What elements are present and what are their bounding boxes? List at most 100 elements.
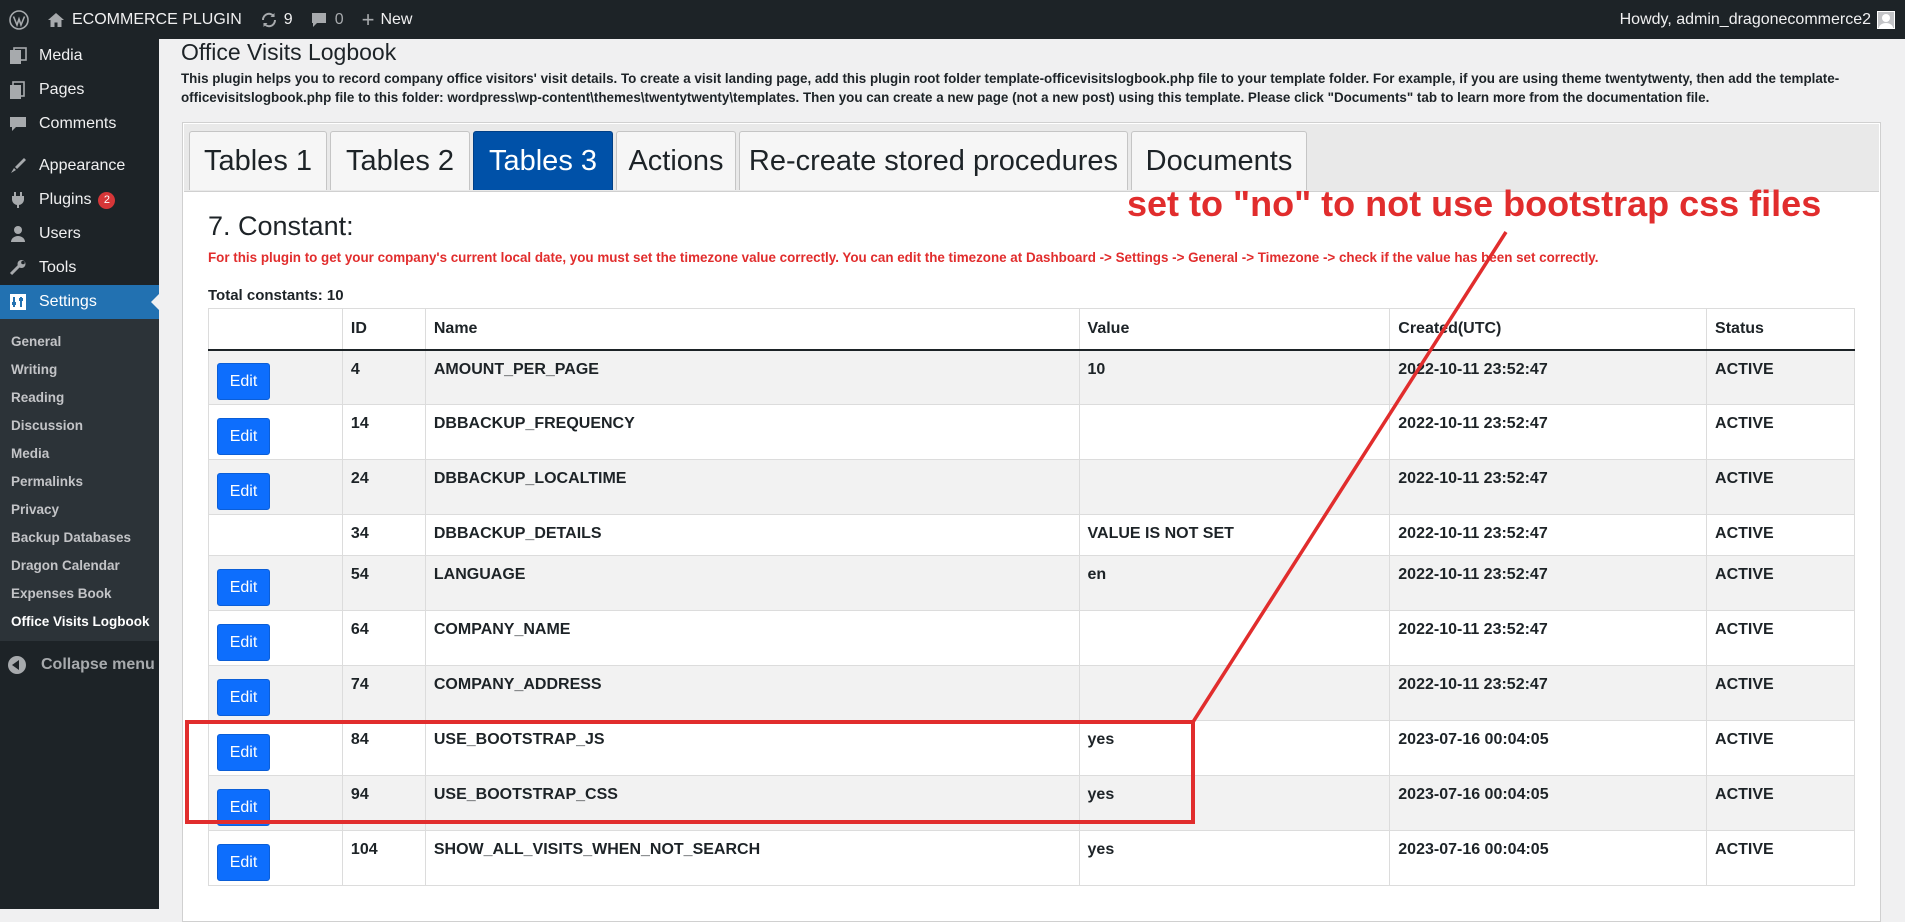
admin-sidebar: Media Pages Comments Appearance Plugins … (0, 39, 159, 909)
menu-label-appearance: Appearance (39, 157, 126, 174)
cell-created: 2022-10-11 23:52:47 (1389, 459, 1707, 515)
table-row: Edit 94 USE_BOOTSTRAP_CSS yes 2023-07-16… (208, 775, 1855, 831)
new-content-link[interactable]: + New (353, 0, 422, 39)
tab-actions[interactable]: Actions (616, 131, 736, 190)
tab-tables-1[interactable]: Tables 1 (189, 131, 327, 190)
table-row: Edit 4 AMOUNT_PER_PAGE 10 2022-10-11 23:… (208, 349, 1855, 405)
cell-name: DBBACKUP_DETAILS (424, 514, 1080, 556)
menu-label-tools: Tools (39, 259, 77, 276)
edit-button[interactable]: Edit (217, 362, 270, 400)
menu-label-comments: Comments (39, 115, 117, 132)
submenu-media[interactable]: Media (0, 439, 159, 467)
plugin-intro-text: This plugin helps you to record company … (181, 71, 1840, 105)
constants-table: ID Name Value Created(UTC) Status Edit 4… (208, 308, 1855, 886)
cell-name: COMPANY_ADDRESS (424, 665, 1080, 721)
collapse-menu-button[interactable]: Collapse menu (0, 645, 159, 685)
table-row: Edit 24 DBBACKUP_LOCALTIME 2022-10-11 23… (208, 459, 1855, 515)
cell-value: VALUE IS NOT SET (1078, 514, 1390, 556)
cell-name: AMOUNT_PER_PAGE (424, 349, 1080, 405)
menu-item-media[interactable]: Media (0, 39, 159, 73)
column-header-created: Created(UTC) (1389, 308, 1707, 351)
site-name: ECOMMERCE PLUGIN (72, 10, 242, 28)
menu-item-settings[interactable]: Settings (0, 285, 159, 319)
menu-item-users[interactable]: Users (0, 217, 159, 251)
tab-tables-3[interactable]: Tables 3 (473, 131, 613, 190)
edit-button[interactable]: Edit (217, 417, 270, 455)
media-icon (8, 46, 28, 66)
submenu-discussion[interactable]: Discussion (0, 411, 159, 439)
collapse-menu-label: Collapse menu (41, 656, 155, 673)
site-name-link[interactable]: ECOMMERCE PLUGIN (38, 0, 251, 39)
cell-status: ACTIVE (1706, 665, 1855, 721)
account-menu[interactable]: Howdy, admin_dragonecommerce2 (1611, 0, 1905, 39)
cell-status: ACTIVE (1706, 349, 1855, 405)
tools-icon (8, 258, 28, 278)
column-header-value: Value (1078, 308, 1390, 351)
submenu-reading[interactable]: Reading (0, 383, 159, 411)
submenu-permalinks[interactable]: Permalinks (0, 467, 159, 495)
column-header-id: ID (341, 308, 426, 351)
plus-icon: + (361, 6, 375, 32)
submenu-privacy[interactable]: Privacy (0, 495, 159, 523)
settings-icon (8, 292, 28, 312)
cell-value (1078, 610, 1390, 666)
cell-id: 104 (341, 830, 426, 886)
edit-button[interactable]: Edit (217, 733, 270, 771)
cell-created: 2023-07-16 00:04:05 (1389, 775, 1707, 831)
submenu-general[interactable]: General (0, 327, 159, 355)
submenu-expenses-book[interactable]: Expenses Book (0, 579, 159, 607)
cell-id: 34 (341, 514, 426, 556)
submenu-writing[interactable]: Writing (0, 355, 159, 383)
timezone-warning: For this plugin to get your company's cu… (208, 250, 1599, 265)
menu-item-comments[interactable]: Comments (0, 107, 159, 141)
column-header-status: Status (1706, 308, 1855, 351)
howdy-text: Howdy, admin_dragonecommerce2 (1619, 10, 1871, 28)
updates-count: 9 (283, 10, 293, 28)
menu-label-users: Users (39, 225, 81, 242)
users-icon (8, 224, 28, 244)
cell-status: ACTIVE (1706, 775, 1855, 831)
cell-status: ACTIVE (1706, 830, 1855, 886)
cell-value: 10 (1078, 349, 1390, 405)
tabs-panel: Tables 1 Tables 2 Tables 3 Actions Re-cr… (182, 122, 1881, 922)
cell-id: 4 (341, 349, 426, 405)
settings-submenu: General Writing Reading Discussion Media… (0, 319, 159, 641)
table-row: Edit 14 DBBACKUP_FREQUENCY 2022-10-11 23… (208, 404, 1855, 460)
tab-documents[interactable]: Documents (1131, 131, 1307, 190)
menu-label-media: Media (39, 47, 83, 64)
submenu-backup-databases[interactable]: Backup Databases (0, 523, 159, 551)
menu-item-tools[interactable]: Tools (0, 251, 159, 285)
edit-button[interactable]: Edit (217, 788, 270, 826)
updates-link[interactable]: 9 (251, 0, 302, 39)
submenu-office-visits-logbook[interactable]: Office Visits Logbook (0, 607, 159, 635)
edit-button[interactable]: Edit (217, 678, 270, 716)
main-content: Office Visits Logbook This plugin helps … (159, 39, 1905, 922)
cell-status: ACTIVE (1706, 610, 1855, 666)
tab-recreate-stored-procedures[interactable]: Re-create stored procedures (739, 131, 1128, 190)
edit-button[interactable]: Edit (217, 623, 270, 661)
cell-status: ACTIVE (1706, 404, 1855, 460)
cell-status: ACTIVE (1706, 720, 1855, 776)
wordpress-logo-icon[interactable] (0, 0, 38, 39)
cell-created: 2023-07-16 00:04:05 (1389, 720, 1707, 776)
edit-button[interactable]: Edit (217, 472, 270, 510)
cell-id: 24 (341, 459, 426, 515)
comments-link[interactable]: 0 (302, 0, 353, 39)
menu-item-appearance[interactable]: Appearance (0, 149, 159, 183)
menu-item-pages[interactable]: Pages (0, 73, 159, 107)
cell-value (1078, 459, 1390, 515)
cell-status: ACTIVE (1706, 459, 1855, 515)
column-header-action (208, 308, 343, 351)
section-title: 7. Constant: (208, 211, 354, 241)
edit-button[interactable]: Edit (217, 568, 270, 606)
cell-name: DBBACKUP_FREQUENCY (424, 404, 1080, 460)
cell-name: LANGUAGE (424, 555, 1080, 611)
cell-created: 2022-10-11 23:52:47 (1389, 610, 1707, 666)
edit-button[interactable]: Edit (217, 843, 270, 881)
cell-name: COMPANY_NAME (424, 610, 1080, 666)
pages-icon (8, 80, 28, 100)
submenu-dragon-calendar[interactable]: Dragon Calendar (0, 551, 159, 579)
cell-created: 2022-10-11 23:52:47 (1389, 404, 1707, 460)
menu-item-plugins[interactable]: Plugins 2 (0, 183, 159, 217)
tab-tables-2[interactable]: Tables 2 (330, 131, 470, 190)
